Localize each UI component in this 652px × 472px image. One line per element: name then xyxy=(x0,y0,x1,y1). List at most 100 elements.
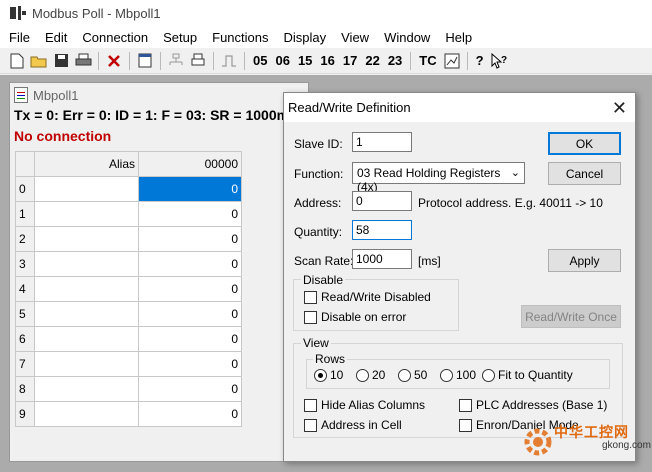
read-write-definition-dialog[interactable]: Read/Write Definition ✕ Slave ID: 1 OK F… xyxy=(283,92,636,462)
child-title-bar: Mbpoll1 xyxy=(10,83,308,107)
corner-cell xyxy=(15,151,35,177)
window-icon[interactable] xyxy=(134,50,156,72)
function-16-button[interactable]: 16 xyxy=(316,53,338,68)
address-label: Address: xyxy=(294,196,342,210)
quantity-input[interactable]: 58 xyxy=(352,220,412,240)
alias-cell[interactable] xyxy=(34,326,139,352)
menu-view[interactable]: View xyxy=(332,30,375,45)
alias-cell[interactable] xyxy=(34,401,139,427)
function-05-button[interactable]: 05 xyxy=(249,53,271,68)
table-row: 3 0 xyxy=(15,251,242,277)
value-cell[interactable]: 0 xyxy=(138,351,242,377)
value-cell[interactable]: 0 xyxy=(138,251,242,277)
row-index: 5 xyxy=(15,301,35,327)
slave-id-label: Slave ID: xyxy=(294,137,343,151)
value-cell[interactable]: 0 xyxy=(138,176,242,202)
address-input[interactable]: 0 xyxy=(352,191,412,211)
disable-on-error-label: Disable on error xyxy=(321,310,407,324)
disable-on-error-checkbox[interactable]: Disable on error xyxy=(304,310,406,324)
help-button[interactable]: ? xyxy=(472,53,488,68)
function-15-button[interactable]: 15 xyxy=(294,53,316,68)
close-icon[interactable]: ✕ xyxy=(612,99,627,117)
mbpoll-child-window[interactable]: Mbpoll1 Tx = 0: Err = 0: ID = 1: F = 03:… xyxy=(9,82,309,462)
read-write-disabled-checkbox[interactable]: Read/Write Disabled xyxy=(304,290,431,304)
ok-button[interactable]: OK xyxy=(548,132,621,155)
function-select-value: 03 Read Holding Registers (4x) xyxy=(357,166,501,194)
alias-cell[interactable] xyxy=(34,351,139,377)
menu-display[interactable]: Display xyxy=(275,30,333,45)
value-cell[interactable]: 0 xyxy=(138,301,242,327)
apply-button[interactable]: Apply xyxy=(548,249,621,272)
toolbar-separator xyxy=(213,51,214,70)
rows-fit-to-quantity-radio[interactable]: Fit to Quantity xyxy=(482,368,573,382)
checkbox-box xyxy=(304,310,317,324)
toolbar-separator xyxy=(244,51,245,70)
hide-alias-columns-checkbox[interactable]: Hide Alias Columns xyxy=(304,398,425,412)
menu-functions[interactable]: Functions xyxy=(203,30,274,45)
tc-button[interactable]: TC xyxy=(415,53,440,68)
alias-cell[interactable] xyxy=(34,176,139,202)
checkbox-box xyxy=(304,398,317,412)
value-cell[interactable]: 0 xyxy=(138,276,242,302)
new-file-icon[interactable] xyxy=(6,50,28,72)
value-cell[interactable]: 0 xyxy=(138,376,242,402)
alias-cell[interactable] xyxy=(34,276,139,302)
network-icon xyxy=(165,50,187,72)
menu-setup[interactable]: Setup xyxy=(154,30,203,45)
function-06-button[interactable]: 06 xyxy=(271,53,293,68)
rows-group-legend: Rows xyxy=(313,352,348,366)
value-cell[interactable]: 0 xyxy=(138,401,242,427)
radio-dot xyxy=(440,368,453,382)
menu-connection[interactable]: Connection xyxy=(73,30,154,45)
address-column-header[interactable]: 00000 xyxy=(138,151,242,177)
row-index: 9 xyxy=(15,401,35,427)
function-22-button[interactable]: 22 xyxy=(361,53,383,68)
value-cell[interactable]: 0 xyxy=(138,326,242,352)
radio-dot xyxy=(314,368,327,382)
radio-dot xyxy=(356,368,369,382)
disconnect-icon[interactable] xyxy=(103,50,125,72)
menu-help[interactable]: Help xyxy=(436,30,478,45)
hide-alias-columns-label: Hide Alias Columns xyxy=(321,398,426,412)
table-row: 0 0 xyxy=(15,176,242,202)
alias-cell[interactable] xyxy=(34,201,139,227)
address-in-cell-checkbox[interactable]: Address in Cell xyxy=(304,418,402,432)
plc-addresses-checkbox[interactable]: PLC Addresses (Base 1) xyxy=(459,398,607,412)
row-index: 1 xyxy=(15,201,35,227)
alias-cell[interactable] xyxy=(34,376,139,402)
table-header-row: Alias 00000 xyxy=(15,151,242,177)
checkbox-box xyxy=(459,418,472,432)
function-select[interactable]: 03 Read Holding Registers (4x) ⌄ xyxy=(352,162,525,194)
print-icon[interactable] xyxy=(72,50,94,72)
row-index: 4 xyxy=(15,276,35,302)
table-row: 6 0 xyxy=(15,326,242,352)
function-23-button[interactable]: 23 xyxy=(384,53,406,68)
rows-10-radio[interactable]: 10 xyxy=(314,368,343,382)
rows-20-radio[interactable]: 20 xyxy=(356,368,385,382)
open-folder-icon[interactable] xyxy=(28,50,50,72)
rows-20-label: 20 xyxy=(372,368,386,382)
menu-window[interactable]: Window xyxy=(375,30,436,45)
toolbar-separator xyxy=(410,51,412,70)
rows-100-radio[interactable]: 100 xyxy=(440,368,476,382)
alias-column-header[interactable]: Alias xyxy=(34,151,139,177)
table-row: 1 0 xyxy=(15,201,242,227)
menu-file[interactable]: File xyxy=(0,30,36,45)
value-cell[interactable]: 0 xyxy=(138,226,242,252)
save-icon[interactable] xyxy=(50,50,72,72)
scan-rate-input[interactable]: 1000 xyxy=(352,249,412,269)
printer-mini-icon[interactable] xyxy=(187,50,209,72)
slave-id-input[interactable]: 1 xyxy=(352,132,412,152)
alias-cell[interactable] xyxy=(34,226,139,252)
menu-edit[interactable]: Edit xyxy=(36,30,73,45)
value-cell[interactable]: 0 xyxy=(138,201,242,227)
toolbar-separator xyxy=(466,51,468,70)
monitor-icon[interactable] xyxy=(441,50,463,72)
alias-cell[interactable] xyxy=(34,301,139,327)
watermark-text: 中华工控网 xyxy=(554,424,629,440)
cancel-button[interactable]: Cancel xyxy=(548,162,621,185)
function-17-button[interactable]: 17 xyxy=(339,53,361,68)
rows-50-radio[interactable]: 50 xyxy=(398,368,427,382)
alias-cell[interactable] xyxy=(34,251,139,277)
context-help-icon[interactable]: ? xyxy=(488,50,510,72)
